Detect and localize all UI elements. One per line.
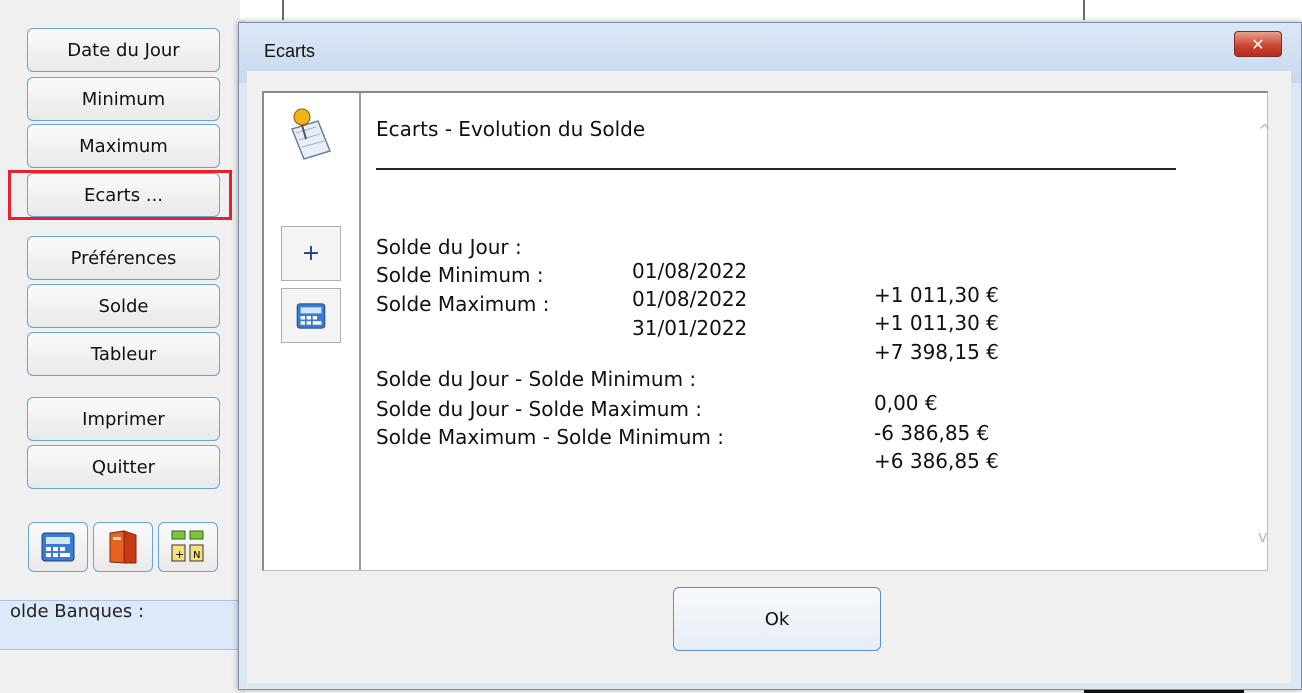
report-content: Ecarts - Evolution du Solde Solde du Jou… (376, 93, 1256, 570)
button-label: Préférences (70, 247, 177, 269)
close-button[interactable]: ✕ (1234, 31, 1282, 57)
difference-label: Solde Maximum - Solde Minimum : (376, 425, 724, 449)
imprimer-button[interactable]: Imprimer (27, 397, 220, 441)
minimum-button[interactable]: Minimum (27, 77, 220, 121)
button-label: Quitter (91, 456, 156, 478)
svg-text:N: N (193, 550, 200, 561)
balance-date: 31/01/2022 (632, 316, 748, 340)
plus-icon: + (301, 241, 321, 266)
ecarts-dialog: Ecarts ✕ + Ecarts - Evolution du Solde S… (238, 22, 1302, 690)
selection-highlight (8, 170, 232, 220)
divider (1083, 0, 1085, 20)
balance-date: 01/08/2022 (632, 259, 748, 283)
dialog-title: Ecarts (264, 41, 316, 61)
quitter-button[interactable]: Quitter (27, 445, 220, 489)
balance-amount: +1 011,30 € (874, 283, 999, 307)
balance-row: Solde Minimum : 01/08/2022 +1 011,30 € (376, 239, 999, 335)
button-label: Tableur (90, 343, 157, 365)
book-button[interactable] (93, 522, 153, 572)
scroll-up-arrow[interactable]: ^ (1258, 121, 1271, 140)
solde-button[interactable]: Solde (27, 284, 220, 328)
balance-label: Solde Maximum : (376, 292, 550, 316)
dialog-body: + Ecarts - Evolution du Solde Solde du J… (247, 71, 1291, 683)
ok-button[interactable]: Ok (673, 587, 881, 651)
difference-row: Solde du Jour - Solde Maximum : -6 386,8… (376, 373, 989, 445)
difference-row: Solde du Jour - Solde Minimum : 0,00 € (376, 343, 938, 415)
preferences-button[interactable]: Préférences (27, 236, 220, 280)
button-label: Minimum (81, 88, 166, 110)
date-du-jour-button[interactable]: Date du Jour (27, 28, 220, 72)
button-label: Maximum (79, 135, 168, 157)
calculator-button[interactable] (28, 522, 88, 572)
report-title: Ecarts - Evolution du Solde (376, 117, 646, 141)
book-icon (109, 530, 137, 564)
report-frame: + Ecarts - Evolution du Solde Solde du J… (262, 91, 1271, 571)
close-icon: ✕ (1251, 34, 1265, 54)
difference-amount: 0,00 € (874, 391, 938, 415)
add-button[interactable]: + (281, 226, 341, 281)
difference-row: Solde Maximum - Solde Minimum : +6 386,8… (376, 401, 999, 473)
svg-text:+: + (175, 548, 184, 561)
balance-amount: +1 011,30 € (874, 311, 999, 335)
maximum-button[interactable]: Maximum (27, 124, 220, 168)
button-label: Imprimer (82, 408, 165, 430)
calculator-icon (41, 532, 75, 562)
calculator-button[interactable] (281, 288, 341, 343)
pushpin-note-icon (291, 108, 331, 160)
ok-label: Ok (764, 608, 790, 630)
plus-minus-grid-button[interactable]: + N (158, 522, 218, 572)
solde-banques-label: olde Banques : (10, 601, 145, 622)
plus-minus-grid-icon: + N (171, 530, 204, 562)
balance-row: Solde Maximum : 31/01/2022 +7 398,15 € (376, 268, 999, 364)
difference-amount: -6 386,85 € (874, 421, 990, 445)
balance-amount: +7 398,15 € (874, 340, 999, 364)
status-area (0, 660, 240, 693)
report-divider (376, 168, 1176, 170)
button-label: Date du Jour (67, 39, 180, 61)
solde-banques-row: olde Banques : (0, 600, 240, 650)
difference-amount: +6 386,85 € (874, 449, 999, 473)
balance-date: 01/08/2022 (632, 287, 748, 311)
balance-row: Solde du Jour : 01/08/2022 +1 011,30 € (376, 211, 999, 307)
button-label: Solde (98, 295, 149, 317)
tool-column: + (264, 93, 361, 570)
calculator-icon (296, 302, 326, 329)
tableur-button[interactable]: Tableur (27, 332, 220, 376)
scroll-down-arrow[interactable]: v (1258, 527, 1267, 546)
background-window-strip (240, 0, 1302, 20)
divider (282, 0, 284, 20)
